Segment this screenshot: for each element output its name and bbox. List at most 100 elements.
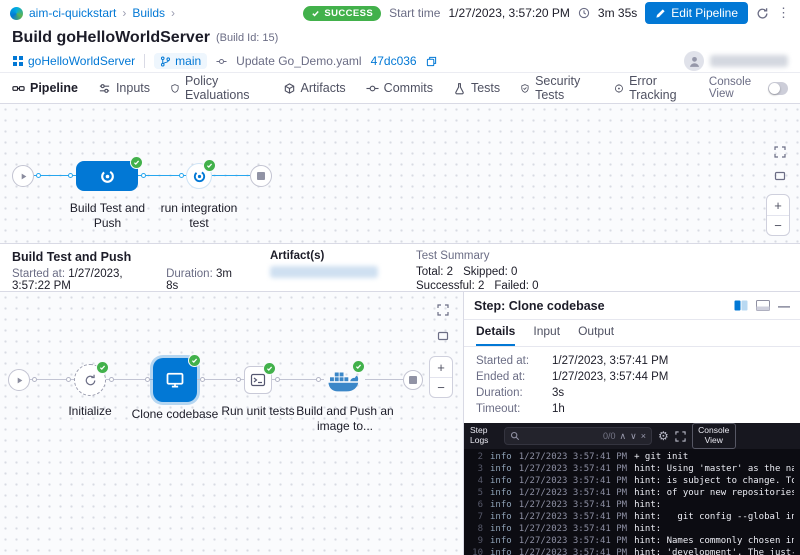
fullscreen-icon[interactable]: [437, 304, 449, 316]
check-icon: [311, 9, 320, 18]
fullscreen-icon[interactable]: [774, 146, 786, 158]
more-options-icon[interactable]: ⋮: [777, 5, 790, 21]
commit-icon: [216, 56, 227, 67]
stop-icon: [409, 376, 417, 384]
tab-error-tracking[interactable]: Error Tracking: [614, 73, 689, 103]
step-node-clone-codebase[interactable]: [153, 358, 197, 402]
stage-start-node: [8, 369, 30, 391]
field-row: Timeout: 1h: [476, 401, 788, 417]
duration-label: Duration:: [166, 268, 213, 280]
step-node-run-unit-tests[interactable]: [244, 366, 272, 394]
step-label[interactable]: Clone codebase: [125, 407, 225, 422]
copy-icon[interactable]: [426, 56, 437, 67]
field-value: 1/27/2023, 3:57:41 PM: [552, 355, 668, 367]
integration-test-icon: [192, 169, 207, 184]
branch-link[interactable]: main: [154, 53, 207, 69]
log-search-input[interactable]: 0/0 ∧ ∨ ×: [504, 427, 652, 445]
shield-check-icon: [520, 82, 530, 95]
tab-policy-evaluations[interactable]: Policy Evaluations: [170, 73, 263, 103]
log-line: 4info1/27/2023 3:57:41 PMhint: is subjec…: [464, 475, 800, 487]
step-label[interactable]: Initialize: [55, 404, 125, 419]
step-label[interactable]: Run unit tests: [213, 404, 303, 419]
refresh-icon[interactable]: [756, 7, 769, 20]
console-view-button[interactable]: Console View: [692, 423, 736, 449]
minimize-icon[interactable]: —: [778, 299, 790, 313]
tab-security-tests[interactable]: Security Tests: [520, 73, 594, 103]
breadcrumb-builds[interactable]: Builds: [132, 6, 165, 20]
connector-dot: [68, 173, 73, 178]
step-panel-tabs: Details Input Output: [464, 320, 800, 347]
edit-pipeline-button[interactable]: Edit Pipeline: [645, 2, 748, 24]
repo-link[interactable]: goHelloWorldServer: [12, 54, 135, 68]
tab-input[interactable]: Input: [533, 324, 560, 346]
monitor-icon: [165, 370, 185, 390]
tab-label: Tests: [471, 81, 500, 95]
tab-output[interactable]: Output: [578, 324, 614, 346]
fit-view-icon[interactable]: [774, 170, 786, 182]
search-close-icon[interactable]: ×: [641, 431, 646, 441]
person-icon: [688, 55, 701, 68]
field-value: 3s: [552, 387, 564, 399]
layout-split-bottom-icon[interactable]: [756, 300, 770, 311]
step-graph-canvas[interactable]: Initialize Clone codebase: [0, 292, 464, 555]
step-node-initialize[interactable]: [74, 364, 106, 396]
tests-failed: Failed: 0: [494, 280, 538, 292]
console-view-toggle[interactable]: [768, 82, 788, 95]
log-line: 5info1/27/2023 3:57:41 PMhint: of your n…: [464, 487, 800, 499]
search-next-icon[interactable]: ∨: [630, 431, 637, 442]
stage-graph-canvas[interactable]: Build Test and Push run integration test…: [0, 104, 800, 244]
package-icon: [283, 82, 296, 95]
search-count: 0/0: [603, 431, 616, 441]
tab-tests[interactable]: Tests: [453, 73, 500, 103]
user-avatar[interactable]: [684, 51, 704, 71]
field-label: Ended at:: [476, 371, 552, 383]
stage-label[interactable]: run integration test: [153, 201, 245, 231]
search-icon: [510, 431, 520, 441]
log-line: 3info1/27/2023 3:57:41 PMhint: Using 'ma…: [464, 463, 800, 475]
status-label: SUCCESS: [324, 8, 373, 19]
connector: [365, 379, 403, 380]
fit-view-icon[interactable]: [437, 330, 449, 342]
tests-skipped: Skipped: 0: [463, 266, 517, 278]
tab-commits[interactable]: Commits: [366, 73, 433, 103]
test-summary-label: Test Summary: [416, 250, 539, 262]
zoom-out-button[interactable]: −: [430, 377, 452, 397]
tab-pipeline[interactable]: Pipeline: [12, 73, 78, 103]
step-panel-title: Step: Clone codebase: [474, 299, 605, 313]
terminal-icon: [250, 372, 266, 388]
step-node-build-and-push[interactable]: [327, 366, 363, 394]
log-fullscreen-icon[interactable]: [675, 431, 686, 442]
connector-dot: [275, 377, 280, 382]
started-label: Started at:: [12, 268, 65, 280]
log-lines[interactable]: 2info1/27/2023 3:57:41 PM+ git init 3inf…: [464, 449, 800, 555]
zoom-in-button[interactable]: +: [430, 357, 452, 377]
step-panel-header: Step: Clone codebase —: [464, 292, 800, 320]
breadcrumb-project[interactable]: aim-ci-quickstart: [29, 6, 116, 20]
tab-details[interactable]: Details: [476, 324, 515, 346]
layout-split-right-icon[interactable]: [734, 300, 748, 311]
toggle-knob: [769, 83, 780, 94]
log-settings-gear-icon[interactable]: ⚙: [658, 429, 669, 443]
tab-inputs[interactable]: Inputs: [98, 73, 150, 103]
start-time-label: Start time: [389, 6, 440, 20]
artifact-value-blurred[interactable]: [270, 266, 378, 278]
stage-label[interactable]: Build Test and Push: [55, 201, 160, 231]
zoom-in-button[interactable]: +: [767, 195, 789, 215]
chevron-right-icon: ›: [171, 6, 175, 20]
tab-artifacts[interactable]: Artifacts: [283, 73, 346, 103]
zoom-out-button[interactable]: −: [767, 215, 789, 235]
stage-node-build-test-and-push[interactable]: [76, 161, 138, 191]
success-check-icon: [352, 360, 365, 373]
stage-node-run-integration-test[interactable]: [186, 163, 212, 189]
search-prev-icon[interactable]: ∧: [620, 431, 627, 442]
tab-label: Pipeline: [30, 81, 78, 95]
commit-hash-link[interactable]: 47dc036: [371, 54, 417, 68]
pipeline-start-node: [12, 165, 34, 187]
log-line: 2info1/27/2023 3:57:41 PM+ git init: [464, 451, 800, 463]
zoom-controls: + −: [766, 194, 790, 236]
divider: [144, 54, 145, 68]
sync-icon: [83, 373, 98, 388]
build-execution-page: aim-ci-quickstart › Builds › SUCCESS Sta…: [0, 0, 800, 555]
step-label[interactable]: Build and Push an image to...: [295, 404, 395, 434]
build-id: (Build Id: 15): [216, 32, 278, 44]
